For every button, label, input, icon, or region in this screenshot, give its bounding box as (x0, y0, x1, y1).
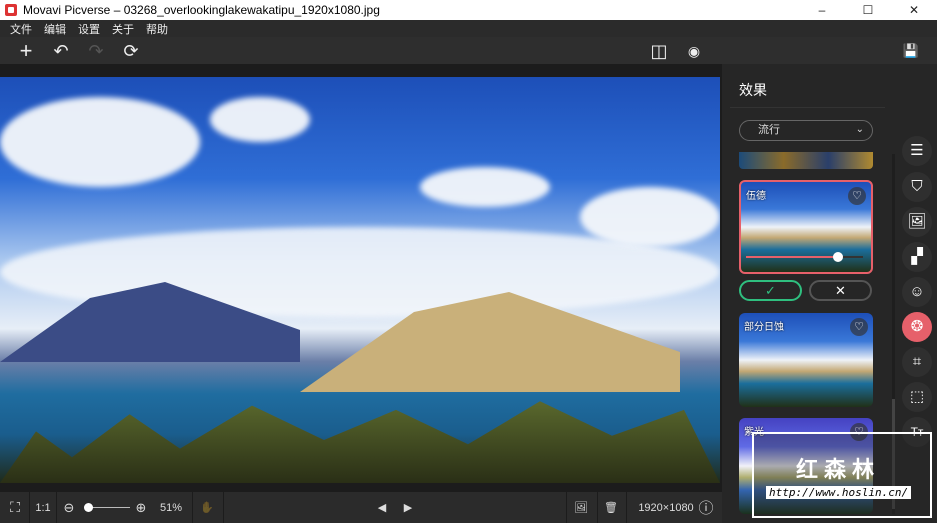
resize-icon[interactable]: ⬚ (902, 382, 932, 412)
title-bar: Movavi Picverse – 03268_overlookinglakew… (0, 0, 937, 20)
preview-eye-icon[interactable]: ◉ (683, 40, 705, 62)
effect-card[interactable]: 部分日蚀 ♡ (739, 313, 873, 407)
image-canvas[interactable] (0, 64, 722, 492)
effects-icon[interactable]: ❂ (902, 312, 932, 342)
checker-icon[interactable]: ▞ (902, 242, 932, 272)
app-logo-icon (5, 4, 17, 16)
maximize-button[interactable]: ☐ (845, 0, 891, 20)
cancel-button[interactable]: ✕ (809, 280, 872, 301)
previous-image-icon[interactable]: ◀ (372, 492, 392, 523)
export-image-icon[interactable]: 🖼 (570, 492, 592, 523)
slider-knob[interactable] (832, 252, 843, 262)
zoom-in-icon[interactable]: ⊕ (132, 492, 150, 523)
zoom-level: 51% (159, 501, 183, 514)
category-value: 流行 (758, 124, 780, 136)
menu-help[interactable]: 帮助 (146, 21, 168, 37)
toolbar: + ↶ ↷ ⟳ ◫ ◉ 💾 (0, 37, 937, 64)
close-button[interactable]: ✕ (891, 0, 937, 20)
bottom-bar: ⛶ 1:1 ⊖ ⊕ 51% ✋ ◀ ▶ 🖼 🗑 1920×1080 ⓘ (0, 492, 722, 523)
add-icon[interactable]: + (15, 40, 37, 62)
redo-icon[interactable]: ↷ (85, 40, 107, 62)
effect-card-selected[interactable]: 伍德 ♡ (739, 180, 873, 274)
menu-about[interactable]: 关于 (112, 21, 134, 37)
zoom-slider-knob[interactable] (84, 503, 93, 512)
menu-edit[interactable]: 编辑 (44, 21, 66, 37)
hand-tool-icon[interactable]: ✋ (196, 492, 218, 523)
background-image-icon[interactable]: 🖼 (902, 207, 932, 237)
crop-icon[interactable]: ⌗ (902, 347, 932, 377)
panel-title: 效果 (739, 82, 767, 98)
info-icon[interactable]: ⓘ (697, 492, 715, 523)
watermark: 红森林 http://www.hoslin.cn/ (752, 432, 932, 518)
actual-size-button[interactable]: 1:1 (31, 492, 55, 523)
effect-card-partial[interactable] (739, 152, 873, 169)
menu-file[interactable]: 文件 (10, 21, 32, 37)
favorite-heart-icon[interactable]: ♡ (850, 318, 868, 336)
fit-screen-icon[interactable]: ⛶ (4, 492, 26, 523)
apply-button[interactable]: ✓ (739, 280, 802, 301)
adjust-sliders-icon[interactable]: ☰ (902, 136, 932, 166)
divider (730, 107, 885, 108)
effect-label: 伍德 (746, 191, 766, 202)
effect-label: 部分日蚀 (744, 322, 784, 333)
minimize-button[interactable]: – (799, 0, 845, 20)
undo-icon[interactable]: ↶ (50, 40, 72, 62)
window-title: Movavi Picverse – 03268_overlookinglakew… (23, 3, 380, 17)
watermark-text: 红森林 (796, 457, 881, 482)
menu-bar: 文件 编辑 设置 关于 帮助 (0, 20, 937, 37)
stamp-icon[interactable]: ⛉ (902, 172, 932, 202)
photo (0, 77, 720, 483)
smiley-icon[interactable]: ☺ (902, 277, 932, 307)
chevron-down-icon: ⌄ (855, 124, 864, 135)
zoom-out-icon[interactable]: ⊖ (60, 492, 78, 523)
reset-icon[interactable]: ⟳ (120, 40, 142, 62)
save-icon[interactable]: 💾 (900, 40, 922, 62)
delete-icon[interactable]: 🗑 (600, 492, 622, 523)
category-dropdown[interactable]: 流行 ⌄ (739, 120, 873, 141)
compare-icon[interactable]: ◫ (648, 40, 670, 62)
watermark-url: http://www.hoslin.cn/ (766, 486, 912, 499)
menu-settings[interactable]: 设置 (78, 21, 100, 37)
next-image-icon[interactable]: ▶ (398, 492, 418, 523)
intensity-slider[interactable] (746, 252, 863, 262)
favorite-heart-icon[interactable]: ♡ (848, 187, 866, 205)
image-dimensions: 1920×1080 (638, 501, 694, 514)
zoom-slider[interactable] (84, 503, 130, 512)
